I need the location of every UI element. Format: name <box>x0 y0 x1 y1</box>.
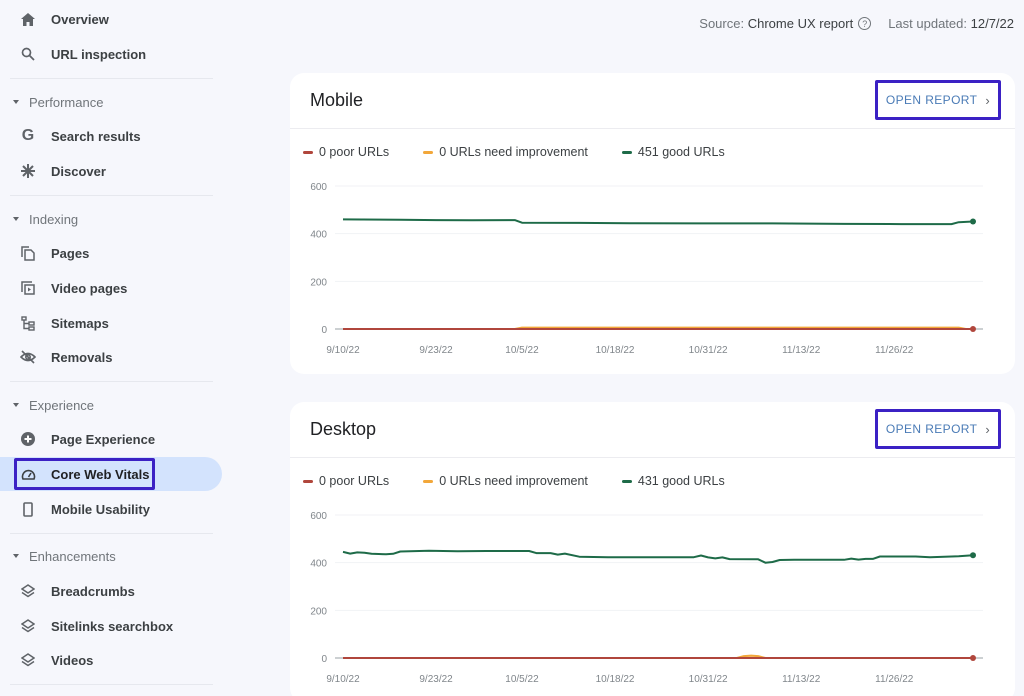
updated-label: Last updated: <box>888 16 967 31</box>
x-tick-label: 9/10/22 <box>326 674 360 685</box>
x-tick-label: 10/5/22 <box>505 674 539 685</box>
series-endpoint-poor <box>970 326 976 332</box>
google-g-icon: G <box>21 127 35 144</box>
pages-icon <box>19 244 37 262</box>
x-tick-label: 10/18/22 <box>596 674 635 685</box>
caret-down-icon <box>13 100 19 104</box>
sidebar-item-videos[interactable]: Videos <box>0 643 222 677</box>
y-tick-label: 400 <box>310 230 327 241</box>
caret-down-icon <box>13 554 19 558</box>
section-experience[interactable]: Experience <box>12 395 94 415</box>
divider <box>10 684 213 685</box>
report-source-info: Source: Chrome UX report ? Last updated:… <box>699 16 1014 31</box>
sidebar-item-label: Overview <box>51 11 109 27</box>
sidebar-item-label: Core Web Vitals <box>51 466 150 482</box>
layers-icon <box>19 582 37 600</box>
source-value: Chrome UX report <box>747 16 854 31</box>
updated-value: 12/7/22 <box>970 16 1014 31</box>
sidebar-item-label: Page Experience <box>51 431 156 447</box>
sidebar-item-mobile-usability[interactable]: Mobile Usability <box>0 492 222 526</box>
desktop-card: Desktop OPEN REPORT › 0 poor URLs 0 URLs… <box>290 402 1015 696</box>
series-endpoint-poor <box>970 655 976 661</box>
x-tick-label: 9/23/22 <box>419 345 453 356</box>
sitemap-icon <box>19 314 37 332</box>
x-tick-label: 10/31/22 <box>689 674 728 685</box>
x-tick-label: 9/10/22 <box>326 345 360 356</box>
sidebar-item-removals[interactable]: Removals <box>0 340 222 374</box>
asterisk-icon <box>19 162 37 180</box>
y-tick-label: 600 <box>310 511 327 522</box>
divider <box>10 195 213 196</box>
series-endpoint-good <box>970 218 976 225</box>
sidebar-item-label: Pages <box>51 245 90 261</box>
series-endpoint-good <box>970 552 976 559</box>
sidebar-item-discover[interactable]: Discover <box>0 154 222 188</box>
divider <box>10 381 213 382</box>
sidebar-item-label: Video pages <box>51 280 128 296</box>
x-tick-label: 11/26/22 <box>875 674 914 685</box>
source-label: Source: <box>699 16 745 31</box>
x-tick-label: 10/5/22 <box>505 345 539 356</box>
search-icon <box>19 45 37 63</box>
y-tick-label: 0 <box>321 325 327 336</box>
y-tick-label: 0 <box>321 654 327 665</box>
gauge-icon <box>19 465 37 483</box>
caret-down-icon <box>13 403 19 407</box>
series-line-good <box>342 549 974 564</box>
section-title: Enhancements <box>29 548 116 564</box>
divider <box>10 533 213 534</box>
section-enhancements[interactable]: Enhancements <box>12 546 116 566</box>
sidebar-item-label: Mobile Usability <box>51 501 150 517</box>
sidebar-item-page-experience[interactable]: Page Experience <box>0 422 222 456</box>
x-tick-label: 10/31/22 <box>689 345 728 356</box>
layers-icon <box>19 651 37 669</box>
series-line-good <box>342 218 974 226</box>
eye-off-icon <box>19 348 37 366</box>
sidebar-item-pages[interactable]: Pages <box>0 236 222 270</box>
section-title: Indexing <box>29 211 79 227</box>
sidebar-item-label: Discover <box>51 163 106 179</box>
section-performance[interactable]: Performance <box>12 92 103 112</box>
divider <box>10 78 213 79</box>
caret-down-icon <box>13 217 19 221</box>
sidebar-item-label: Search results <box>51 128 141 144</box>
section-title: Performance <box>29 94 104 110</box>
home-icon <box>19 10 37 28</box>
sidebar-item-label: Sitelinks searchbox <box>51 618 174 634</box>
y-tick-label: 200 <box>310 606 327 617</box>
section-indexing[interactable]: Indexing <box>12 209 78 229</box>
help-icon[interactable]: ? <box>858 17 872 30</box>
plus-circle-icon <box>19 430 37 448</box>
section-title: Experience <box>29 397 95 413</box>
y-tick-label: 200 <box>310 277 327 288</box>
sidebar-item-url-inspection[interactable]: URL inspection <box>0 37 222 71</box>
x-tick-label: 9/23/22 <box>419 674 453 685</box>
sidebar-item-video-pages[interactable]: Video pages <box>0 271 222 305</box>
y-tick-label: 400 <box>310 559 327 570</box>
desktop-chart: 600 400 200 0 9/10/22 9/23/22 10/5/22 10/18/22 1… <box>310 511 983 685</box>
y-tick-label: 600 <box>310 182 327 193</box>
x-tick-label: 11/13/22 <box>782 345 821 356</box>
x-tick-label: 11/26/22 <box>875 345 914 356</box>
x-tick-label: 11/13/22 <box>782 674 821 685</box>
sidebar-item-overview[interactable]: Overview <box>0 2 222 36</box>
sidebar-item-label: Removals <box>51 349 113 365</box>
mobile-chart: 600 400 200 0 9/10/22 9/23/22 10/5/22 10/18/22 1… <box>310 182 983 356</box>
sidebar-item-label: Videos <box>51 652 94 668</box>
sidebar-item-label: Sitemaps <box>51 315 109 331</box>
sidebar-item-core-web-vitals[interactable]: Core Web Vitals <box>0 457 222 491</box>
sidebar-item-label: URL inspection <box>51 46 147 62</box>
sidebar: Overview URL inspection Performance G Se… <box>0 0 240 696</box>
mobile-card: Mobile OPEN REPORT › 0 poor URLs 0 URLs … <box>290 73 1015 374</box>
layers-icon <box>19 617 37 635</box>
sidebar-item-breadcrumbs[interactable]: Breadcrumbs <box>0 574 222 608</box>
sidebar-item-search-results[interactable]: G Search results <box>0 119 222 153</box>
sidebar-item-label: Breadcrumbs <box>51 583 135 599</box>
video-pages-icon <box>19 279 37 297</box>
x-tick-label: 10/18/22 <box>596 345 635 356</box>
phone-icon <box>19 500 37 518</box>
sidebar-item-sitemaps[interactable]: Sitemaps <box>0 306 222 340</box>
sidebar-item-sitelinks-searchbox[interactable]: Sitelinks searchbox <box>0 609 222 643</box>
